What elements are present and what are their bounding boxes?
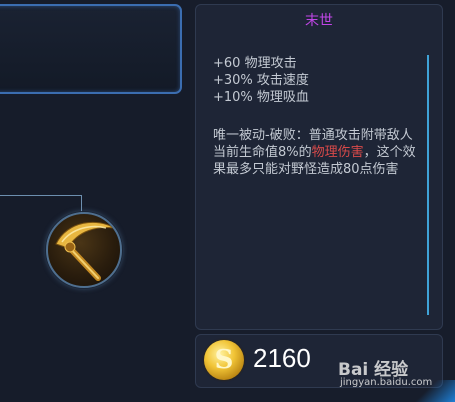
tree-connector-line [81,195,82,213]
corner-decoration [410,380,455,402]
scrollbar[interactable] [427,55,429,315]
scythe-item-icon[interactable] [46,212,122,288]
item-title: 末世 [305,13,333,29]
item-stats: +60 物理攻击 +30% 攻击速度 +10% 物理吸血 [213,55,309,106]
stat-line: +10% 物理吸血 [213,90,309,105]
gold-coin-icon: S [204,340,244,380]
item-price: 2160 [253,343,311,373]
tree-connector-line [0,195,82,196]
scythe-icon [55,221,115,281]
equipment-tree-pane [0,0,190,402]
stat-line: +30% 攻击速度 [213,73,309,88]
stat-line: +60 物理攻击 [213,56,297,71]
passive-description: 唯一被动-破败：普通攻击附带敌人当前生命值8%的物理伤害，这个效果最多只能对野怪… [213,127,421,178]
parent-item-slot[interactable] [0,4,182,94]
physical-damage-highlight: 物理伤害 [311,145,364,160]
item-detail-panel: 末世 +60 物理攻击 +30% 攻击速度 +10% 物理吸血 唯一被动-破败：… [195,4,443,330]
